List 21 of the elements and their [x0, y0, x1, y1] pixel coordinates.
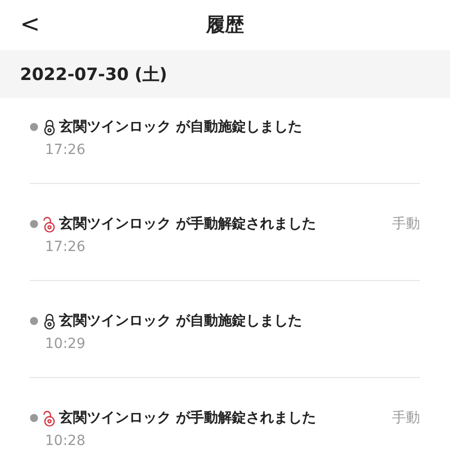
method-label: 手動: [392, 409, 420, 427]
event-time: 17:26: [45, 239, 86, 255]
locked-padlock-icon: [43, 118, 56, 136]
locked-padlock-icon: [43, 312, 56, 330]
unlocked-padlock-icon: [43, 216, 56, 232]
bullet-dot: [30, 414, 38, 422]
page-title: 履歴: [206, 13, 244, 38]
event-message: 玄関ツインロック が手動解錠されました: [59, 215, 316, 233]
bullet-dot: [30, 123, 38, 131]
event-message: 玄関ツインロック が自動施錠しました: [59, 118, 302, 136]
event-time: 17:26: [45, 142, 86, 158]
event-time: 10:29: [45, 336, 86, 352]
method-label: 手動: [392, 215, 420, 233]
event-message: 玄関ツインロック が自動施錠しました: [59, 312, 302, 330]
back-button[interactable]: <: [14, 10, 46, 38]
event-time: 10:28: [45, 433, 86, 449]
unlocked-padlock-icon: [43, 410, 56, 426]
event-message: 玄関ツインロック が手動解錠されました: [59, 409, 316, 427]
bullet-dot: [30, 317, 38, 325]
bullet-dot: [30, 220, 38, 228]
date-header: 2022-07-30 (土): [0, 50, 450, 98]
